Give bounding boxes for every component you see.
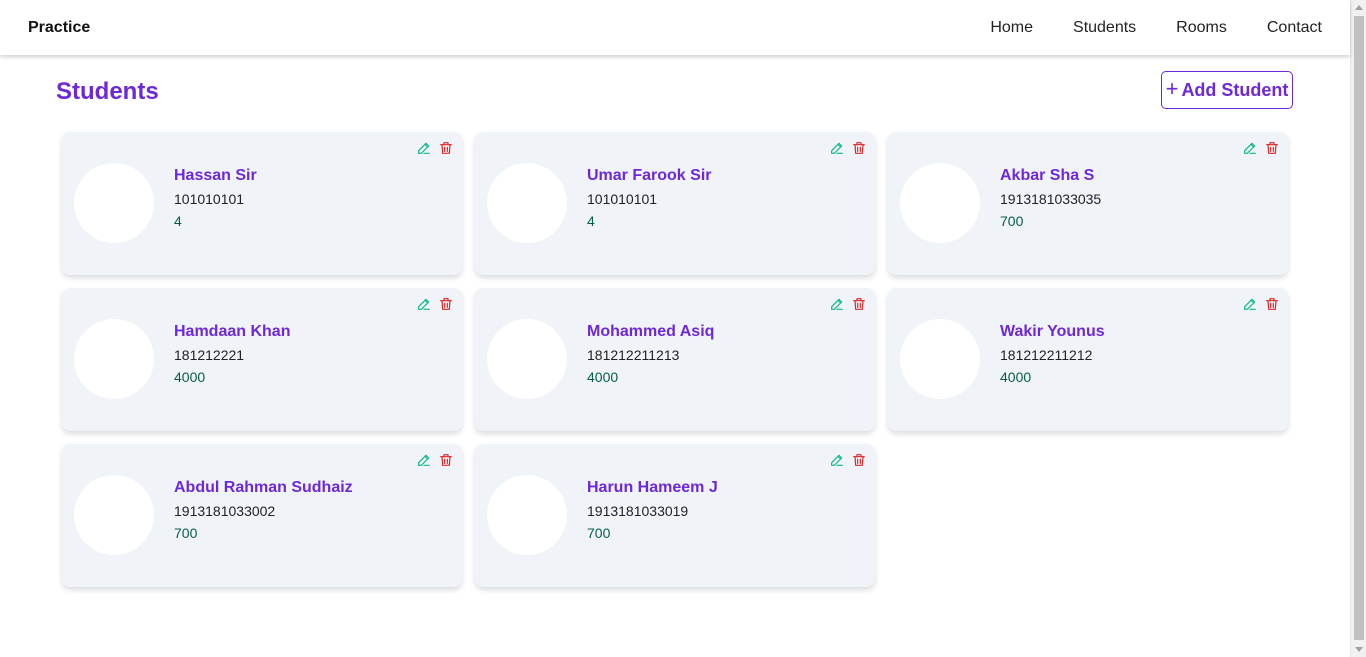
pencil-icon[interactable] [829, 140, 845, 156]
plus-icon: + [1165, 76, 1179, 101]
avatar [900, 163, 980, 243]
card-actions [1242, 140, 1280, 156]
student-room: 4000 [174, 369, 206, 385]
pencil-icon[interactable] [416, 296, 432, 312]
avatar [487, 163, 567, 243]
student-room: 4 [174, 213, 182, 229]
pencil-icon[interactable] [1242, 296, 1258, 312]
pencil-icon[interactable] [829, 452, 845, 468]
student-id: 181212211213 [587, 347, 680, 363]
student-id: 101010101 [174, 191, 245, 207]
student-card: Akbar Sha S 1913181033035 700 [888, 132, 1288, 275]
trash-icon[interactable] [851, 140, 867, 156]
pencil-icon[interactable] [1242, 140, 1258, 156]
trash-icon[interactable] [438, 140, 454, 156]
student-name: Abdul Rahman Sudhaiz [174, 479, 353, 496]
student-name: Hassan Sir [174, 167, 257, 184]
card-actions [829, 296, 867, 312]
avatar [74, 319, 154, 399]
student-room: 4 [587, 213, 595, 229]
trash-icon[interactable] [1264, 296, 1280, 312]
student-id: 1913181033019 [587, 503, 689, 519]
student-room: 4000 [1000, 369, 1032, 385]
student-name: Wakir Younus [1000, 323, 1105, 340]
student-name: Mohammed Asiq [587, 323, 715, 340]
avatar [487, 319, 567, 399]
student-room: 700 [587, 525, 611, 541]
student-id: 101010101 [587, 191, 658, 207]
student-name: Umar Farook Sir [587, 167, 712, 184]
student-card: Abdul Rahman Sudhaiz 1913181033002 700 [62, 444, 462, 587]
student-name: Harun Hameem J [587, 479, 718, 496]
card-actions [416, 140, 454, 156]
student-room: 700 [1000, 213, 1024, 229]
student-name: Hamdaan Khan [174, 323, 291, 340]
pencil-icon[interactable] [416, 140, 432, 156]
student-id: 1913181033035 [1000, 191, 1102, 207]
card-actions [829, 452, 867, 468]
page-title: Students [56, 78, 159, 105]
student-card: Wakir Younus 181212211212 4000 [888, 288, 1288, 431]
trash-icon[interactable] [851, 452, 867, 468]
nav-link-rooms[interactable]: Rooms [1176, 19, 1227, 37]
student-id: 1913181033002 [174, 503, 276, 519]
student-name: Akbar Sha S [1000, 167, 1095, 184]
card-actions [416, 296, 454, 312]
trash-icon[interactable] [438, 452, 454, 468]
scroll-thumb[interactable] [1354, 16, 1364, 640]
card-actions [829, 140, 867, 156]
student-room: 4000 [587, 369, 619, 385]
pencil-icon[interactable] [829, 296, 845, 312]
avatar [487, 475, 567, 555]
scroll-down-icon[interactable] [1355, 647, 1363, 652]
scroll-up-icon[interactable] [1355, 5, 1363, 10]
vertical-scrollbar[interactable] [1350, 0, 1366, 657]
nav-links: Home Students Rooms Contact [950, 19, 1322, 37]
student-id: 181212221 [174, 347, 245, 363]
card-actions [1242, 296, 1280, 312]
student-card: Hassan Sir 101010101 4 [62, 132, 462, 275]
card-actions [416, 452, 454, 468]
avatar [900, 319, 980, 399]
avatar [74, 163, 154, 243]
student-room: 700 [174, 525, 198, 541]
add-student-button[interactable]: + Add Student [1161, 71, 1293, 109]
student-card: Mohammed Asiq 181212211213 4000 [475, 288, 875, 431]
student-id: 181212211212 [1000, 347, 1093, 363]
avatar [74, 475, 154, 555]
pencil-icon[interactable] [416, 452, 432, 468]
nav-link-home[interactable]: Home [990, 19, 1033, 37]
add-student-label: Add Student [1181, 79, 1289, 100]
nav-link-contact[interactable]: Contact [1267, 19, 1322, 37]
navbar: Practice Home Students Rooms Contact [0, 0, 1350, 55]
student-card: Hamdaan Khan 181212221 4000 [62, 288, 462, 431]
student-grid: Hassan Sir 101010101 4 Umar Farook Sir 1… [62, 132, 1288, 587]
trash-icon[interactable] [1264, 140, 1280, 156]
brand-logo[interactable]: Practice [28, 19, 90, 37]
trash-icon[interactable] [851, 296, 867, 312]
trash-icon[interactable] [438, 296, 454, 312]
student-card: Umar Farook Sir 101010101 4 [475, 132, 875, 275]
nav-link-students[interactable]: Students [1073, 19, 1136, 37]
student-card: Harun Hameem J 1913181033019 700 [475, 444, 875, 587]
